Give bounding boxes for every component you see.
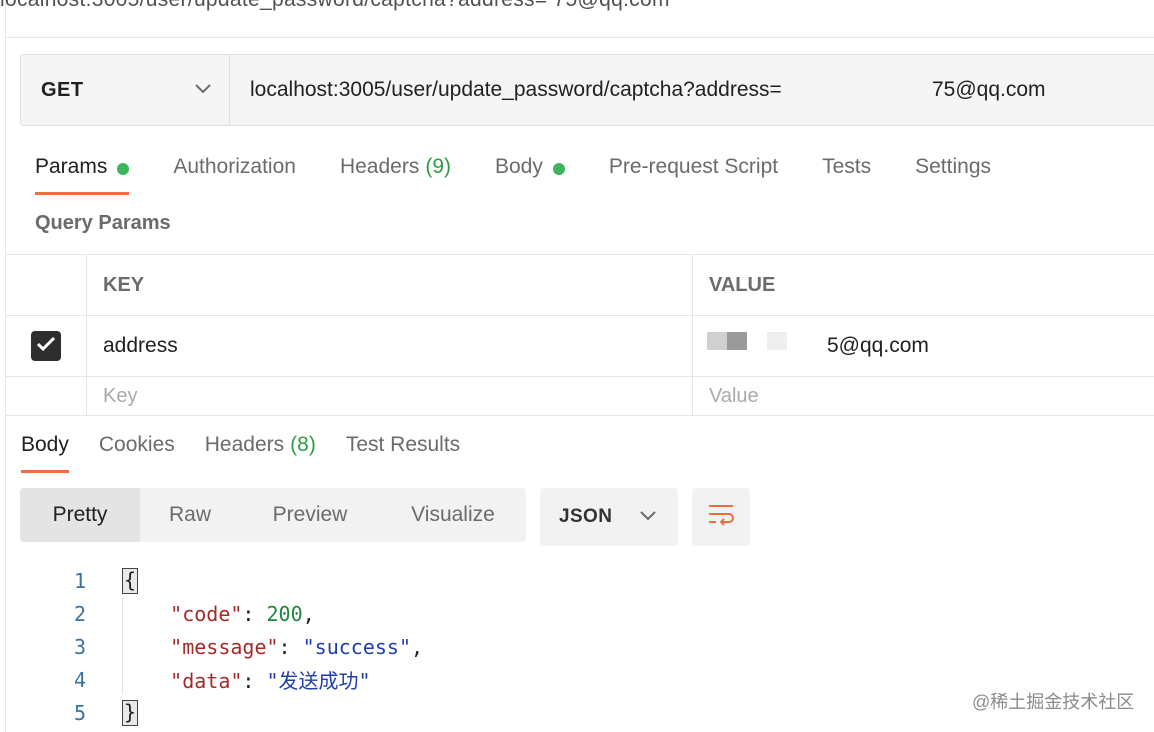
- code-content: "message": "success",: [170, 634, 424, 659]
- new-key-input[interactable]: Key: [87, 377, 693, 415]
- tab-label: Tests: [822, 154, 872, 178]
- tab-response-body[interactable]: Body: [21, 428, 69, 473]
- line-number: 1: [73, 568, 86, 593]
- json-key: "code": [170, 601, 243, 626]
- tab-authorization[interactable]: Authorization: [173, 150, 296, 183]
- redacted-region: [834, 69, 934, 111]
- tab-label: Params: [35, 154, 108, 178]
- line-number: 4: [73, 667, 86, 692]
- code-line: 3 "message": "success",: [0, 630, 1154, 663]
- chevron-down-icon: [640, 508, 656, 526]
- view-visualize-button[interactable]: Visualize: [380, 488, 526, 542]
- tab-label: Body: [495, 154, 543, 178]
- column-header-value: VALUE: [709, 273, 776, 296]
- json-value: "发送成功": [266, 669, 371, 693]
- param-value-field[interactable]: 5@qq.com: [693, 316, 1154, 376]
- section-title: Query Params: [35, 212, 171, 234]
- tab-params[interactable]: Params: [35, 150, 130, 195]
- count-badge: (8): [290, 432, 316, 456]
- json-value: 200: [266, 601, 303, 626]
- request-bar: GET localhost:3005/user/update_password/…: [20, 54, 1154, 126]
- tab-response-headers[interactable]: Headers (8): [205, 428, 316, 461]
- tab-label: Authorization: [173, 154, 296, 178]
- line-number: 2: [73, 601, 86, 626]
- header-check-cell: [6, 255, 87, 315]
- redacted-region: [707, 332, 727, 350]
- view-raw-button[interactable]: Raw: [140, 488, 240, 542]
- tab-label: Headers: [204, 432, 285, 456]
- json-key: "message": [170, 634, 279, 659]
- tab-cookies[interactable]: Cookies: [99, 428, 175, 461]
- table-row: address 5@qq.com: [6, 315, 1154, 376]
- code-content: "code": 200,: [170, 601, 315, 626]
- code-line: 2 "code": 200,: [0, 597, 1154, 630]
- json-comma: ,: [411, 634, 424, 659]
- status-dot: [552, 162, 565, 175]
- line-number: 3: [73, 634, 86, 659]
- view-mode-group: Pretty Raw Preview Visualize: [20, 488, 526, 542]
- tab-settings[interactable]: Settings: [915, 150, 991, 183]
- tab-test-results[interactable]: Test Results: [346, 428, 460, 461]
- method-label: GET: [41, 78, 84, 101]
- url-prefix: localhost:3005/user/update_password/capt…: [250, 78, 782, 101]
- tab-label: Settings: [915, 154, 992, 178]
- view-preview-button[interactable]: Preview: [240, 488, 380, 542]
- brace: }: [122, 699, 139, 726]
- url-suffix: 75@qq.com: [932, 78, 1046, 101]
- json-comma: ,: [302, 601, 315, 626]
- count-badge: (9): [425, 154, 451, 178]
- format-label: JSON: [559, 506, 613, 527]
- line-number: 5: [73, 700, 86, 725]
- status-dot: [117, 162, 130, 175]
- tab-body[interactable]: Body: [495, 150, 565, 183]
- tab-label: Test Results: [345, 432, 461, 456]
- method-select[interactable]: GET: [21, 55, 230, 125]
- tab-label: Pre-request Script: [608, 154, 779, 178]
- param-value: 5@qq.com: [827, 334, 929, 357]
- table-row-new: Key Value: [6, 376, 1154, 416]
- redacted-region: [727, 332, 747, 350]
- code-line: 1 {: [0, 564, 1154, 597]
- tab-pre-request-script[interactable]: Pre-request Script: [609, 150, 778, 183]
- code-content: {: [122, 567, 139, 594]
- tab-headers[interactable]: Headers (9): [340, 150, 451, 183]
- param-key-field[interactable]: address: [87, 316, 693, 376]
- checkmark-icon: [36, 336, 56, 357]
- request-tabs: Params Authorization Headers (9) Body Pr…: [35, 150, 1035, 196]
- top-url-fragment: localhost:3005/user/update_password/capt…: [0, 0, 900, 12]
- watermark: @稀土掘金技术社区: [972, 692, 1135, 712]
- tab-label: Cookies: [98, 432, 175, 456]
- redacted-region: [767, 332, 787, 350]
- tab-label: Body: [21, 432, 69, 456]
- param-checkbox[interactable]: [31, 331, 61, 361]
- table-header-row: KEY VALUE: [6, 254, 1154, 315]
- response-tabs: Body Cookies Headers (8) Test Results: [21, 428, 490, 473]
- check-cell: [6, 377, 87, 415]
- wrap-lines-icon: [707, 503, 735, 532]
- tab-tests[interactable]: Tests: [822, 150, 871, 183]
- format-select[interactable]: JSON: [540, 488, 678, 546]
- param-key: address: [103, 334, 178, 357]
- json-key: "data": [170, 669, 243, 693]
- params-table: KEY VALUE address 5@qq.com Key Value: [6, 254, 1154, 416]
- brace: {: [122, 567, 139, 594]
- check-cell: [6, 316, 87, 376]
- wrap-lines-button[interactable]: [692, 488, 750, 546]
- view-pretty-button[interactable]: Pretty: [20, 488, 140, 542]
- json-value: "success": [302, 634, 412, 659]
- divider: [6, 37, 1154, 38]
- code-content: }: [122, 699, 139, 726]
- chevron-down-icon: [195, 81, 211, 99]
- new-value-input[interactable]: Value: [693, 377, 1154, 415]
- url-input[interactable]: localhost:3005/user/update_password/capt…: [230, 55, 1154, 125]
- column-header-key: KEY: [87, 255, 693, 315]
- tab-label: Headers: [339, 154, 420, 178]
- code-content: "data": "发送成功": [170, 669, 371, 693]
